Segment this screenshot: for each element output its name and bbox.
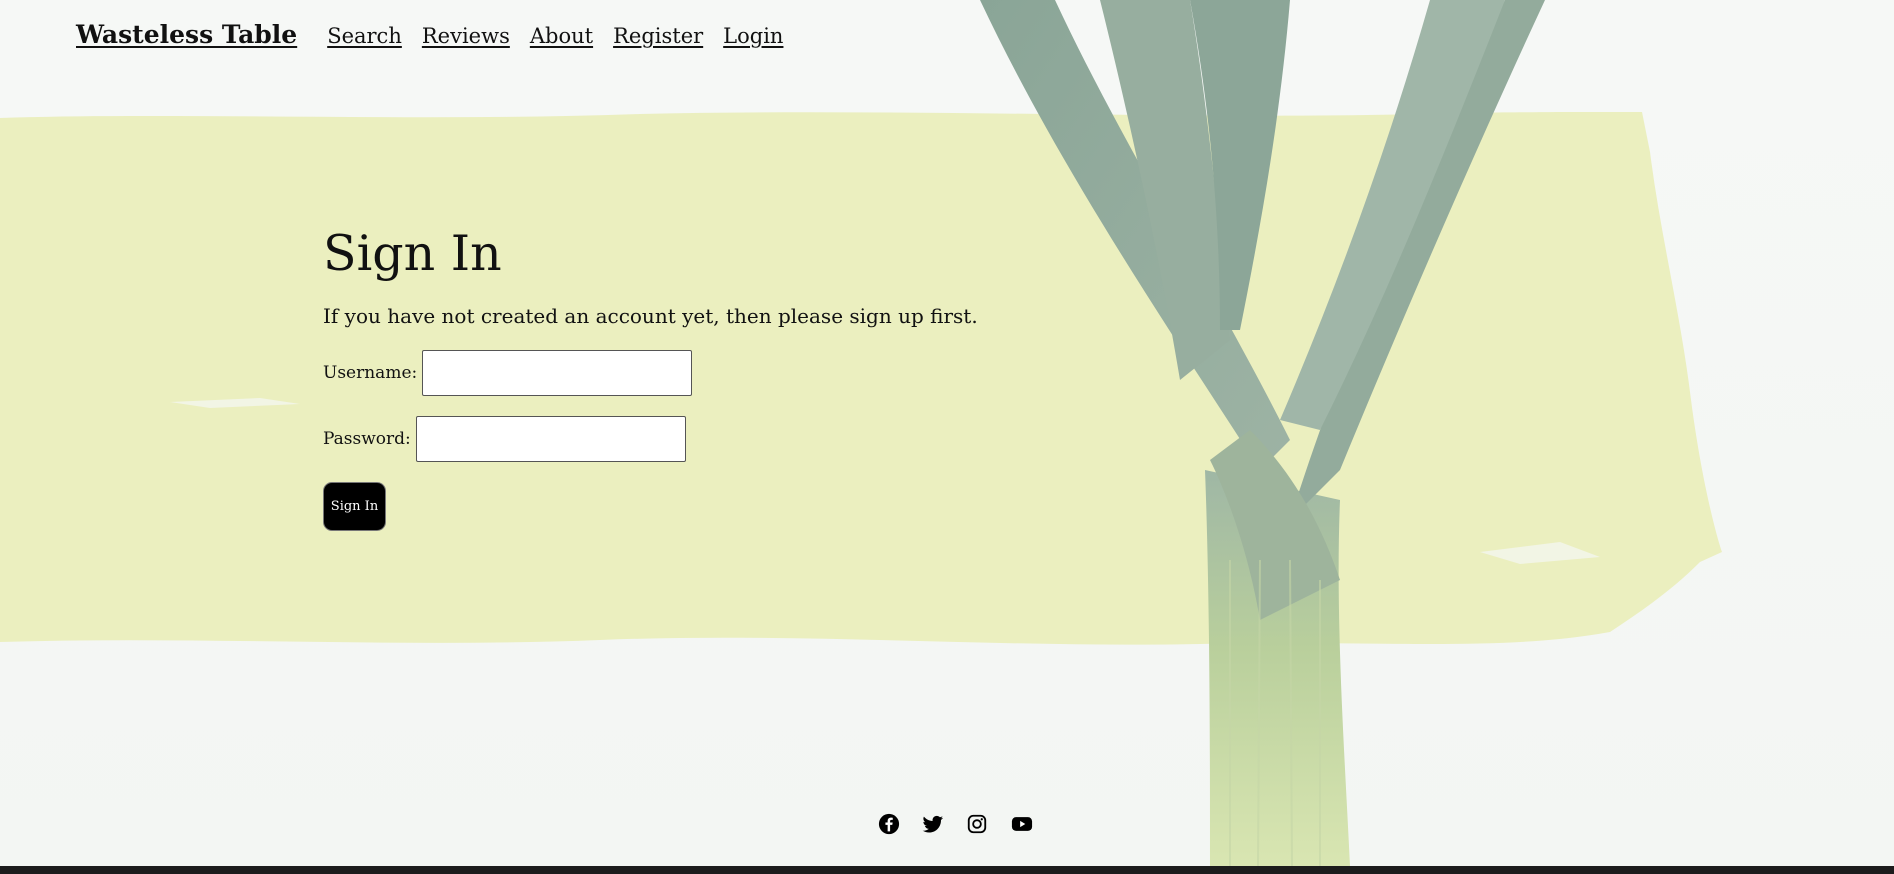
youtube-icon[interactable] — [1010, 813, 1033, 835]
password-label: Password: — [323, 429, 411, 449]
username-label: Username: — [323, 363, 418, 383]
nav-about-link[interactable]: About — [530, 24, 593, 48]
nav-login-link[interactable]: Login — [723, 24, 783, 48]
password-input[interactable] — [415, 416, 686, 462]
leek-illustration — [980, 0, 1545, 866]
sign-in-section: Sign In If you have not created an accou… — [323, 222, 978, 531]
nav-reviews-link[interactable]: Reviews — [422, 24, 510, 48]
sign-in-button[interactable]: Sign In — [323, 482, 386, 531]
nav-register-link[interactable]: Register — [613, 24, 703, 48]
brand-logo-link[interactable]: Wasteless Table — [76, 20, 297, 49]
sign-in-form: Username: Password: Sign In — [323, 350, 978, 531]
main-nav: Search Reviews About Register Login — [327, 24, 783, 48]
username-row: Username: — [323, 350, 978, 396]
twitter-icon[interactable] — [922, 813, 944, 835]
password-row: Password: — [323, 416, 978, 462]
page-title: Sign In — [323, 225, 502, 282]
facebook-icon[interactable] — [878, 813, 900, 835]
nav-search-link[interactable]: Search — [327, 24, 402, 48]
footer-bar — [0, 866, 1894, 874]
site-header: Wasteless Table Search Reviews About Reg… — [76, 20, 783, 49]
social-links — [878, 813, 1033, 835]
username-input[interactable] — [422, 350, 693, 396]
instagram-icon[interactable] — [966, 813, 988, 835]
sign-in-instructions: If you have not created an account yet, … — [323, 304, 978, 328]
